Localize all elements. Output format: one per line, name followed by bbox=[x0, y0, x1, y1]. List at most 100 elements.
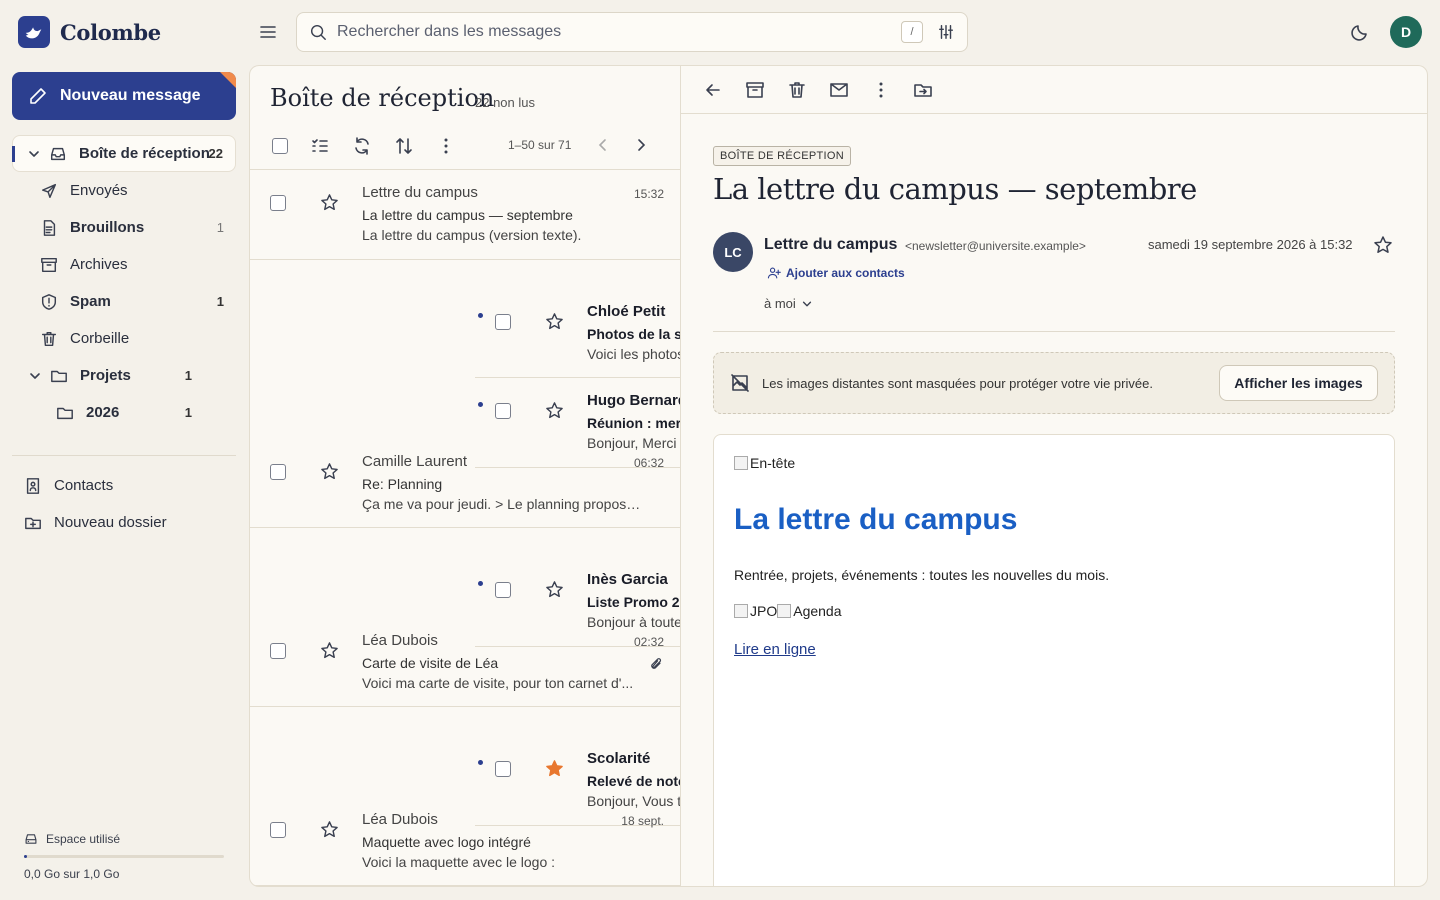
select-options-icon[interactable] bbox=[310, 136, 330, 156]
message-row[interactable]: Léa Dubois 02:32 Carte de visite de Léa … bbox=[250, 618, 680, 707]
folder-count: 1 bbox=[184, 405, 192, 420]
sort-icon[interactable] bbox=[394, 136, 414, 156]
message-subject: Relevé de notes — semestre 4 bbox=[587, 773, 680, 789]
message-checkbox[interactable] bbox=[270, 463, 286, 480]
header-image: En-tête bbox=[734, 455, 795, 471]
privacy-text: Les images distantes sont masquées pour … bbox=[762, 375, 1153, 391]
select-all-checkbox[interactable] bbox=[272, 138, 288, 154]
sidebar-item-label: Archives bbox=[70, 256, 128, 273]
more-vertical-icon[interactable] bbox=[871, 80, 891, 100]
email-subject: La lettre du campus — septembre bbox=[713, 172, 1197, 206]
message-checkbox[interactable] bbox=[270, 195, 286, 211]
archive-icon[interactable] bbox=[745, 80, 765, 100]
sidebar-item-inbox[interactable]: Boîte de réception 22 bbox=[12, 135, 236, 172]
jpo-image[interactable]: JPO bbox=[734, 603, 777, 619]
star-icon[interactable] bbox=[1373, 235, 1393, 255]
star-icon[interactable] bbox=[320, 820, 339, 839]
sidebar-item-contacts[interactable]: Contacts bbox=[12, 467, 236, 504]
app-name: Colombe bbox=[60, 19, 161, 45]
message-sender: Camille Laurent bbox=[362, 452, 468, 470]
message-subject: Liste Promo 2026 : réunion de rentrée bbox=[587, 594, 680, 610]
unread-label: 22 non lus bbox=[475, 95, 535, 110]
message-sender: Inès Garcia bbox=[587, 571, 668, 588]
jpo-image-alt: JPO bbox=[750, 603, 778, 619]
header-image-alt: En-tête bbox=[750, 455, 796, 471]
search-bar[interactable]: Rechercher dans les messages / bbox=[296, 12, 968, 52]
user-avatar[interactable]: D bbox=[1390, 16, 1422, 48]
sidebar-item-label: Spam bbox=[70, 293, 111, 310]
message-row[interactable]: Camille Laurent 06:32 Re: Planning Ça me… bbox=[250, 439, 680, 528]
filter-sliders-icon[interactable] bbox=[937, 23, 955, 41]
trash-icon[interactable] bbox=[787, 80, 807, 100]
message-checkbox[interactable] bbox=[270, 642, 286, 659]
sidebar-item-projets[interactable]: Projets 1 bbox=[12, 357, 236, 394]
paperclip-icon bbox=[651, 657, 662, 669]
newsletter-images: JPO Agenda bbox=[734, 603, 1374, 621]
message-checkbox[interactable] bbox=[495, 313, 511, 330]
sidebar-item-new-folder[interactable]: Nouveau dossier bbox=[12, 504, 236, 541]
recipients-toggle[interactable]: à moi bbox=[764, 296, 813, 311]
prev-page-icon[interactable] bbox=[596, 137, 610, 153]
show-images-button[interactable]: Afficher les images bbox=[1219, 365, 1378, 401]
message-preview: Ça me va pour jeudi. > Le planning propo… bbox=[362, 495, 642, 512]
message-preview: Voici les photos de la sortie au musée, … bbox=[587, 345, 681, 362]
sidebar-item-label: Contacts bbox=[54, 477, 114, 494]
search-input[interactable]: Rechercher dans les messages bbox=[337, 23, 901, 41]
star-icon[interactable] bbox=[545, 759, 564, 778]
message-time: 02:32 bbox=[633, 634, 664, 649]
sidebar-item-2026[interactable]: 2026 1 bbox=[12, 394, 236, 431]
star-icon[interactable] bbox=[545, 401, 564, 420]
message-subject: Photos de la sortie bbox=[587, 325, 680, 342]
message-checkbox[interactable] bbox=[270, 821, 286, 838]
star-icon[interactable] bbox=[320, 641, 339, 660]
chevron-down-icon[interactable] bbox=[28, 369, 42, 383]
sidebar-item-label: Nouveau dossier bbox=[54, 514, 167, 531]
message-time: 06:32 bbox=[633, 455, 664, 470]
sidebar-item-spam[interactable]: Spam 1 bbox=[12, 283, 236, 320]
star-icon[interactable] bbox=[545, 312, 564, 331]
message-row[interactable]: Lettre du campus 15:32 La lettre du camp… bbox=[250, 170, 680, 260]
next-page-icon[interactable] bbox=[634, 137, 648, 153]
user-plus-icon bbox=[767, 267, 781, 279]
image-off-icon bbox=[731, 374, 749, 392]
recipients-label: à moi bbox=[764, 296, 796, 311]
send-icon bbox=[41, 183, 57, 198]
message-subject: Maquette avec logo intégré bbox=[362, 833, 531, 850]
compose-button[interactable]: Nouveau message bbox=[12, 72, 236, 120]
app-logo[interactable]: Colombe bbox=[18, 16, 161, 48]
star-icon[interactable] bbox=[320, 462, 339, 481]
storage-bar bbox=[24, 855, 224, 858]
message-row[interactable]: Léa Dubois 18 sept. Maquette avec logo i… bbox=[250, 797, 680, 886]
storage-bar-fill bbox=[24, 855, 27, 858]
reader-toolbar bbox=[681, 66, 1427, 114]
folder-badge: BOÎTE DE RÉCEPTION bbox=[713, 146, 851, 166]
sidebar-item-drafts[interactable]: Brouillons 1 bbox=[12, 209, 236, 246]
message-checkbox[interactable] bbox=[495, 582, 511, 598]
sidebar-item-archives[interactable]: Archives bbox=[12, 246, 236, 283]
message-checkbox[interactable] bbox=[495, 403, 511, 419]
refresh-icon[interactable] bbox=[352, 136, 372, 156]
back-arrow-icon[interactable] bbox=[703, 80, 723, 100]
sender-name[interactable]: Lettre du campus bbox=[764, 236, 897, 254]
move-to-folder-icon[interactable] bbox=[913, 80, 933, 100]
message-preview: Voici ma carte de visite, pour ton carne… bbox=[362, 674, 634, 691]
compose-label: Nouveau message bbox=[60, 87, 201, 104]
message-row[interactable]: Chloé Petit 10:32 Photos de la sortie Vo… bbox=[475, 289, 681, 378]
star-icon[interactable] bbox=[545, 580, 564, 599]
chevron-down-icon bbox=[802, 301, 811, 306]
sidebar-item-trash[interactable]: Corbeille bbox=[12, 320, 236, 357]
star-icon[interactable] bbox=[320, 193, 339, 212]
sidebar-item-sent[interactable]: Envoyés bbox=[12, 172, 236, 209]
more-vertical-icon[interactable] bbox=[436, 136, 456, 156]
search-icon bbox=[310, 24, 326, 40]
read-online-link[interactable]: Lire en ligne bbox=[734, 641, 816, 658]
chevron-down-icon[interactable] bbox=[27, 147, 41, 161]
mark-unread-icon[interactable] bbox=[829, 80, 849, 100]
message-sender: Lettre du campus bbox=[362, 184, 478, 201]
add-contact-link[interactable]: Ajouter aux contacts bbox=[767, 266, 905, 280]
dark-mode-icon[interactable] bbox=[1350, 22, 1370, 42]
message-checkbox[interactable] bbox=[495, 761, 511, 777]
spam-count: 1 bbox=[216, 294, 224, 309]
menu-icon[interactable] bbox=[258, 22, 278, 42]
agenda-image[interactable]: Agenda bbox=[777, 603, 842, 619]
